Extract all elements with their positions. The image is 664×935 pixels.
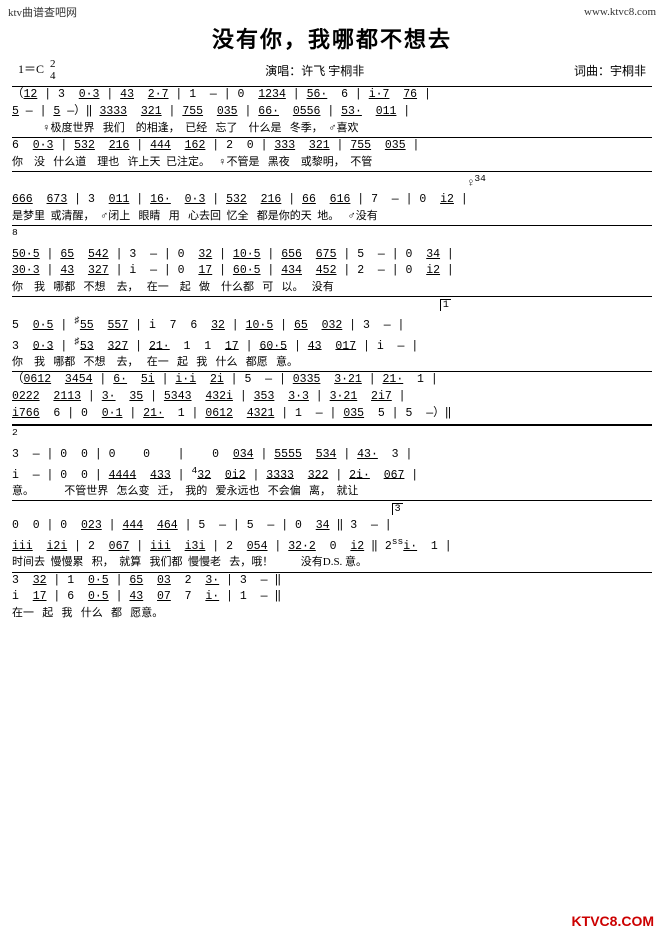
site-left: ktv曲谱查吧网 xyxy=(8,4,77,20)
row-group-9: 3 32 | 1 0·5 | 65 03 2 3· | 3 — ‖ i 17 |… xyxy=(12,572,652,621)
notation-row: 3 32 | 1 0·5 | 65 03 2 3· | 3 — ‖ xyxy=(12,573,652,590)
row-group-8: 3 0 0 | 0 023 | 444 464 | 5 — | 5 — | 0 … xyxy=(12,500,652,569)
row-group-5: 1 5 0·5 | ♯55 557 | i 7 6 32 | 10·5 | 65… xyxy=(12,296,652,369)
notation-row: 2 3 — | 0 0 | 0 0 | 0 034 | 5555 534 | 4… xyxy=(12,426,652,463)
score-container: （12 | 3 0·3 | 43 2·7 | 1 — | 0 1234 | 56… xyxy=(8,86,656,620)
notation-row: 30·3 | 43 327 | i — | 0 17 | 60·5 | 434 … xyxy=(12,263,652,280)
lyric-row: 在一 起 我 什么 都 愿意。 xyxy=(12,606,652,620)
notation-row: 1 5 0·5 | ♯55 557 | i 7 6 32 | 10·5 | 65… xyxy=(12,297,652,334)
lyric-row: 时间去 慢慢累 积， 就算 我们都 慢慢老 去，哦！ 没有D.S. 意。 xyxy=(12,555,652,569)
notation-row: 8 50·5 | 65 542 | 3 — | 0 32 | 10·5 | 65… xyxy=(12,226,652,263)
notation-row: i 17 | 6 0·5 | 43 07 7 i· | 1 — ‖ xyxy=(12,589,652,606)
notation-row: 6 0·3 | 532 216 | 444 162 | 2 0 | 333 32… xyxy=(12,138,652,155)
lyric-row: 你 我 哪都 不想 去， 在一 起 我 什么 都愿 意。 xyxy=(12,355,652,369)
row-group-3: ♀34 666 673 | 3 011 | 16· 0·3 | 532 216 … xyxy=(12,171,652,223)
row-group-6: （0612 3454 | 6· 5i | i·i 2i | 5 — | 0335… xyxy=(12,371,652,422)
row-group-4: 8 50·5 | 65 542 | 3 — | 0 32 | 10·5 | 65… xyxy=(12,225,652,294)
row-group-7: 2 3 — | 0 0 | 0 0 | 0 034 | 5555 534 | 4… xyxy=(12,424,652,498)
lyric-row: 你 没 什么道 理也 许上天 已注定。 ♀不管是 黑夜 或黎明， 不管 xyxy=(12,155,652,169)
bottom-logo: KTVC8.COM xyxy=(572,913,654,929)
notation-row: 5 — | 5 —）‖ 3333 321 | 755 035 | 66· 055… xyxy=(12,104,652,121)
key-signature: 1＝C 2 4 xyxy=(18,58,56,82)
time-signature: 2 4 xyxy=(50,58,56,82)
row-group-1: （12 | 3 0·3 | 43 2·7 | 1 — | 0 1234 | 56… xyxy=(12,86,652,135)
notation-row: ♀34 666 673 | 3 011 | 16· 0·3 | 532 216 … xyxy=(12,172,652,209)
site-right: www.ktvc8.com xyxy=(584,6,656,18)
lyric-row: 意。 不管世界 怎么变 迁， 我的 爱永远也 不会偏 离， 就让 xyxy=(12,484,652,498)
notation-row: 3 0 0 | 0 023 | 444 464 | 5 — | 5 — | 0 … xyxy=(12,501,652,534)
page-title: 没有你，我哪都不想去 xyxy=(8,22,656,54)
subtitle-row: 1＝C 2 4 演唱：许飞 宇桐非 词曲：宇桐非 xyxy=(8,58,656,82)
row-group-2: 6 0·3 | 532 216 | 444 162 | 2 0 | 333 32… xyxy=(12,137,652,169)
composer: 词曲：宇桐非 xyxy=(574,62,646,79)
page: ktv曲谱查吧网 www.ktvc8.com 没有你，我哪都不想去 1＝C 2 … xyxy=(0,0,664,935)
notation-row: i766 6 | 0 0·1 | 21· 1 | 0612 4321 | 1 —… xyxy=(12,406,652,423)
notation-row: （0612 3454 | 6· 5i | i·i 2i | 5 — | 0335… xyxy=(12,372,652,389)
top-bar: ktv曲谱查吧网 www.ktvc8.com xyxy=(8,4,656,20)
notation-row: iii i2i | 2 067 | iii i3i | 2 054 | 32·2… xyxy=(12,535,652,556)
notation-row: （12 | 3 0·3 | 43 2·7 | 1 — | 0 1234 | 56… xyxy=(12,87,652,104)
lyric-row: ♀极度世界 我们 的相逢， 已经 忘了 什么是 冬季， ♂喜欢 xyxy=(12,121,652,135)
performer: 演唱：许飞 宇桐非 xyxy=(265,62,364,79)
notation-row: 0222 2113 | 3· 35 | 5343 432i | 353 3·3 … xyxy=(12,389,652,406)
notation-row: 3 0·3 | ♯53 327 | 21· 1 1 17 | 60·5 | 43… xyxy=(12,335,652,356)
notation-row: i — | 0 0 | 4444 433 | 432 0i2 | 3333 32… xyxy=(12,464,652,485)
lyric-row: 是梦里 或清醒， ♂闭上 眼睛 用 心去回 忆全 都是你的天 地。 ♂没有 xyxy=(12,209,652,223)
lyric-row: 你 我 哪都 不想 去， 在一 起 做 什么都 可 以。 没有 xyxy=(12,280,652,294)
